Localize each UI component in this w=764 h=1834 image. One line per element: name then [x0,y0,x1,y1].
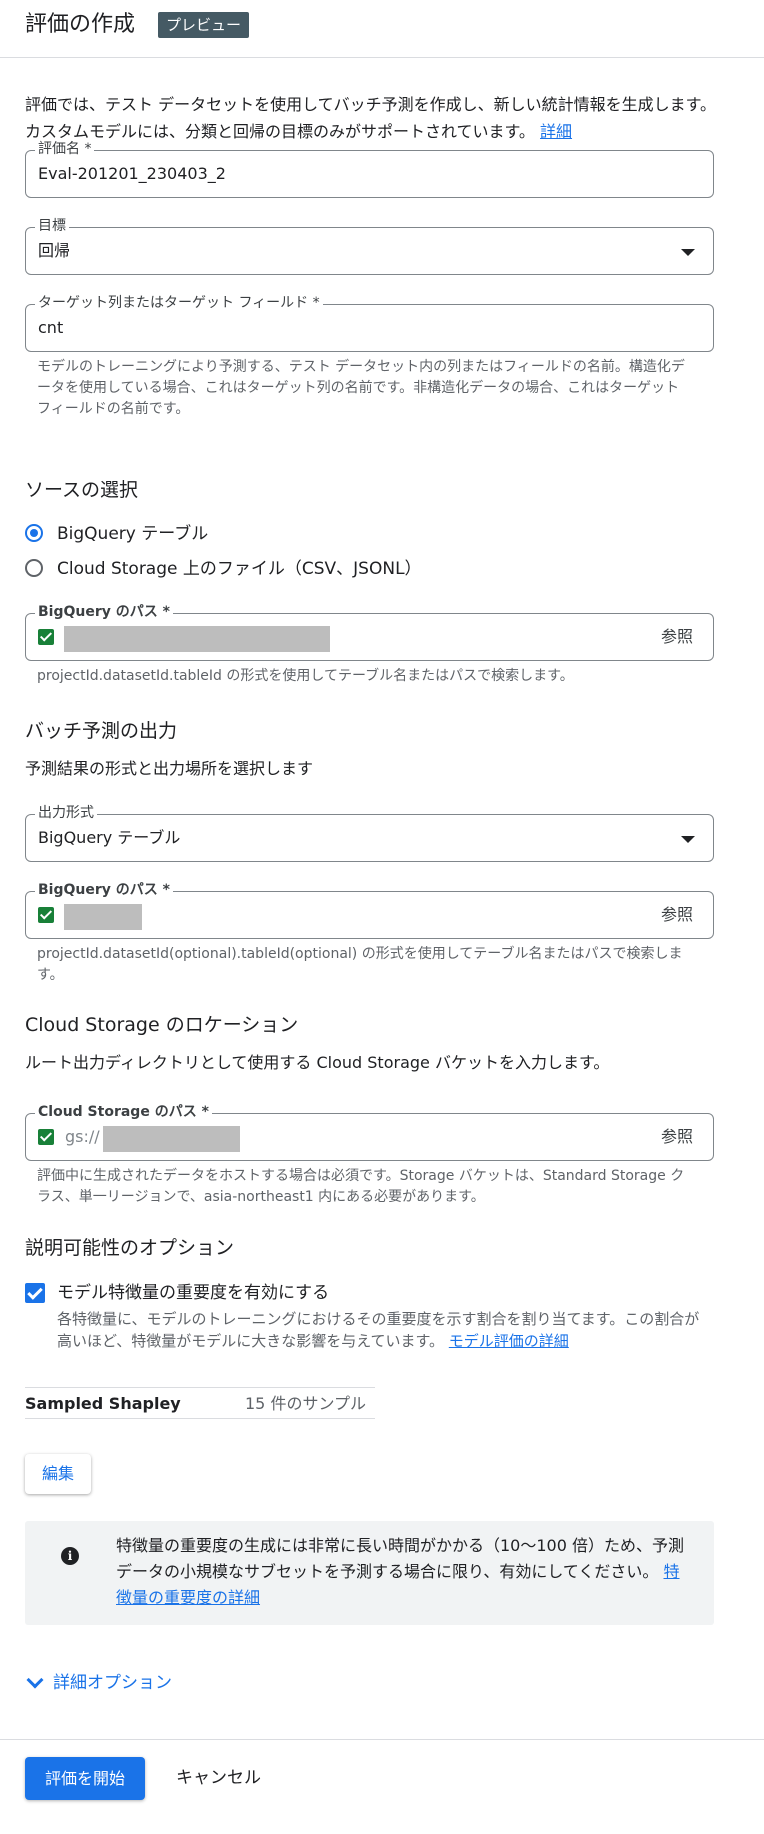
explanation-method-value: 15 件のサンプル [245,1394,366,1413]
eval-name-value[interactable]: Eval-201201_230403_2 [38,162,226,186]
output-bigquery-path-label: BigQuery のパス * [35,881,173,899]
output-format-select[interactable]: 出力形式 BigQuery テーブル [25,804,714,862]
feature-importance-desc-text: 各特徴量に、モデルのトレーニングにおけるその重要度を示す割合を割り当てます。この… [57,1310,700,1350]
gs-prefix: gs:// [65,1127,100,1146]
learn-more-link[interactable]: 詳細 [540,122,572,141]
cloud-storage-helper: 評価中に生成されたデータをホストする場合は必須です。Storage バケットは、… [37,1168,685,1205]
cloud-storage-subtitle: ルート出力ディレクトリとして使用する Cloud Storage バケットを入力… [25,1053,610,1072]
target-column-label: ターゲット列またはターゲット フィールド * [35,294,323,312]
info-text: 特徴量の重要度の生成には非常に長い時間がかかる（10〜100 倍）ため、予測デー… [116,1533,686,1611]
output-browse-button[interactable]: 参照 [661,904,693,926]
source-bigquery-path-label: BigQuery のパス * [35,603,173,621]
page-title: 評価の作成 [25,12,136,37]
radio-unselected-icon[interactable] [25,559,43,577]
source-browse-button[interactable]: 参照 [661,626,693,648]
target-column-helper: モデルのトレーニングにより予測する、テスト データセット内の列またはフィールドの… [37,359,685,417]
batch-output-title: バッチ予測の出力 [25,720,178,742]
explanation-method-name: Sampled Shapley [25,1394,181,1413]
output-format-value: BigQuery テーブル [38,828,181,847]
feature-importance-checkbox[interactable] [25,1283,45,1303]
advanced-options-label: 詳細オプション [53,1673,172,1693]
cloud-storage-path-label: Cloud Storage のパス * [35,1103,212,1121]
info-icon: i [61,1547,79,1565]
source-path-helper: projectId.datasetId.tableId の形式を使用してテーブル… [37,668,574,684]
radio-bigquery-label: BigQuery テーブル [57,524,209,544]
objective-select[interactable]: 目標 回帰 [25,217,714,275]
valid-check-icon [38,629,54,645]
info-message: 特徴量の重要度の生成には非常に長い時間がかかる（10〜100 倍）ため、予測デー… [116,1536,684,1581]
objective-value: 回帰 [38,241,71,260]
eval-name-label: 評価名 * [35,140,95,158]
panel-header: 評価の作成 プレビュー [0,0,764,58]
preview-badge: プレビュー [158,12,250,38]
info-box: i 特徴量の重要度の生成には非常に長い時間がかかる（10〜100 倍）ため、予測… [25,1521,714,1625]
objective-label: 目標 [35,217,69,235]
cancel-button[interactable]: キャンセル [176,1757,261,1800]
source-bigquery-path-field[interactable]: BigQuery のパス * 参照 [25,603,714,661]
redacted-path-value [64,904,142,930]
dropdown-arrow-icon[interactable] [681,836,695,843]
panel-footer: 評価を開始 キャンセル [0,1739,764,1834]
cloud-storage-title: Cloud Storage のロケーション [25,1014,299,1036]
dropdown-arrow-icon[interactable] [681,249,695,256]
valid-check-icon [38,907,54,923]
target-column-value[interactable]: cnt [38,316,63,340]
batch-output-subtitle: 予測結果の形式と出力場所を選択します [25,759,314,778]
feature-importance-desc: 各特徴量に、モデルのトレーニングにおけるその重要度を示す割合を割り当てます。この… [57,1308,707,1352]
intro-description: 評価では、テスト データセットを使用してバッチ予測を作成し、新しい統計情報を生成… [25,95,717,141]
output-format-label: 出力形式 [35,804,97,822]
start-evaluation-button[interactable]: 評価を開始 [25,1757,145,1800]
eval-name-field[interactable]: 評価名 * Eval-201201_230403_2 [25,140,714,198]
chevron-down-icon [26,1671,44,1689]
feature-importance-label[interactable]: モデル特徴量の重要度を有効にする [57,1281,329,1305]
output-bigquery-path-field[interactable]: BigQuery のパス * 参照 [25,881,714,939]
model-eval-details-link[interactable]: モデル評価の詳細 [449,1332,569,1350]
form-body[interactable]: 評価では、テスト データセットを使用してバッチ予測を作成し、新しい統計情報を生成… [0,59,764,1739]
redacted-path-value [103,1126,240,1152]
cloud-storage-browse-button[interactable]: 参照 [661,1126,693,1148]
edit-button[interactable]: 編集 [25,1454,91,1494]
redacted-path-value [64,626,330,652]
explainability-title: 説明可能性のオプション [25,1237,235,1259]
target-column-field[interactable]: ターゲット列またはターゲット フィールド * cnt [25,294,714,352]
output-path-helper: projectId.datasetId(optional).tableId(op… [37,946,683,983]
radio-cloud-storage-label: Cloud Storage 上のファイル（CSV、JSONL） [57,559,422,579]
radio-selected-icon[interactable] [25,524,43,542]
valid-check-icon [38,1129,54,1145]
cloud-storage-path-field[interactable]: Cloud Storage のパス * gs:// 参照 [25,1103,714,1161]
intro-text: 評価では、テスト データセットを使用してバッチ予測を作成し、新しい統計情報を生成… [25,91,725,145]
explanation-method-row: Sampled Shapley 15 件のサンプル [25,1387,375,1419]
source-section-title: ソースの選択 [25,479,139,501]
